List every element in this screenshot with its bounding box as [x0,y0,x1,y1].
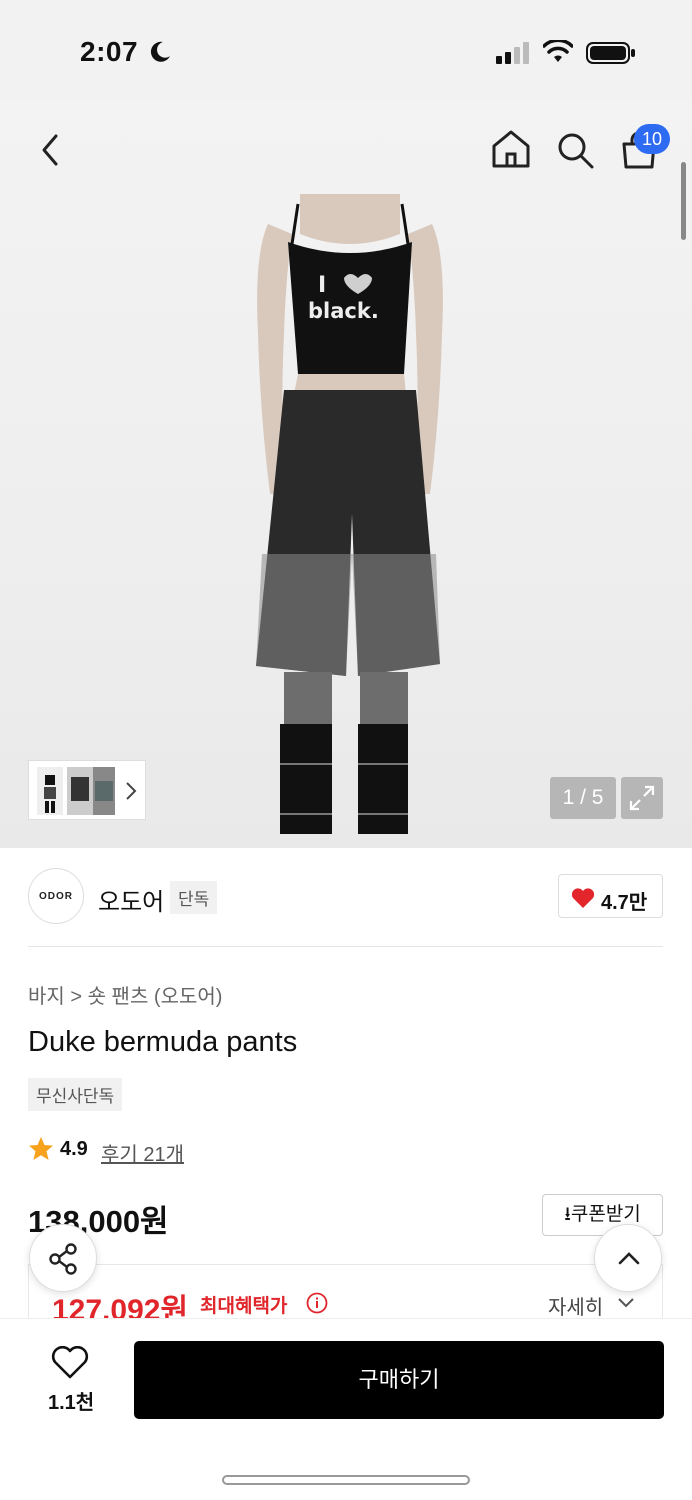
cellular-signal-icon [496,42,529,64]
status-time: 2:07 [80,36,139,67]
download-icon: ⭳ [564,1204,571,1225]
thumbnail-strip[interactable] [28,760,146,820]
search-icon[interactable] [555,130,595,170]
star-icon [29,1137,53,1160]
heart-filled-icon [571,888,595,908]
brand-name[interactable]: 오도어 [98,882,164,917]
product-title: Duke bermuda pants [28,1026,298,1058]
chevron-down-icon[interactable] [617,1296,635,1310]
image-counter: 1 / 5 [550,777,616,819]
share-icon [49,1243,77,1275]
brand-like-button[interactable]: 4.7만 [558,874,663,918]
scroll-indicator [681,162,686,240]
cart-count-badge: 10 [634,124,670,154]
wish-count: 1.1천 [48,1392,95,1414]
chevron-up-icon [618,1252,640,1265]
status-bar: 2:07 [0,0,692,100]
shirt-print-text: I [318,273,326,298]
info-icon[interactable] [306,1292,328,1314]
product-model-image: I black. [256,194,443,834]
wifi-icon [543,40,573,62]
breadcrumb[interactable]: 바지 > 숏 팬츠 (오도어) [28,980,222,1009]
exclusive-tag: 무신사단독 [28,1078,123,1111]
back-arrow-icon[interactable] [34,130,66,170]
buy-button[interactable]: 구매하기 [134,1341,664,1419]
sale-price-label: 최대혜택가 [200,1296,288,1317]
details-link[interactable]: 자세히 [548,1291,603,1320]
scroll-to-top-button[interactable] [594,1224,662,1292]
rating-value: 4.9 [60,1138,88,1160]
home-indicator [222,1475,470,1485]
home-icon[interactable] [490,128,532,170]
product-image-gallery[interactable]: 10 I black. 1 / 5 [0,100,692,848]
thumbnail-3[interactable] [93,767,115,815]
coupon-label: 쿠폰받기 [570,1204,641,1225]
battery-icon [586,42,635,64]
moon-icon [150,41,170,62]
brand-logo[interactable]: ODOR [28,868,84,924]
expand-button[interactable] [621,777,663,819]
reviews-link[interactable]: 후기 21개 [101,1138,184,1167]
share-button[interactable] [29,1224,97,1292]
shirt-print-text-2: black. [308,299,379,323]
brand-exclusive-tag: 단독 [170,881,218,914]
thumbnail-2[interactable] [67,767,93,815]
divider [28,946,663,947]
thumbnail-1[interactable] [37,767,63,815]
chevron-right-icon[interactable] [125,781,137,801]
brand-like-count: 4.7만 [601,892,648,914]
expand-icon [629,785,655,811]
heart-outline-icon[interactable] [51,1346,89,1380]
